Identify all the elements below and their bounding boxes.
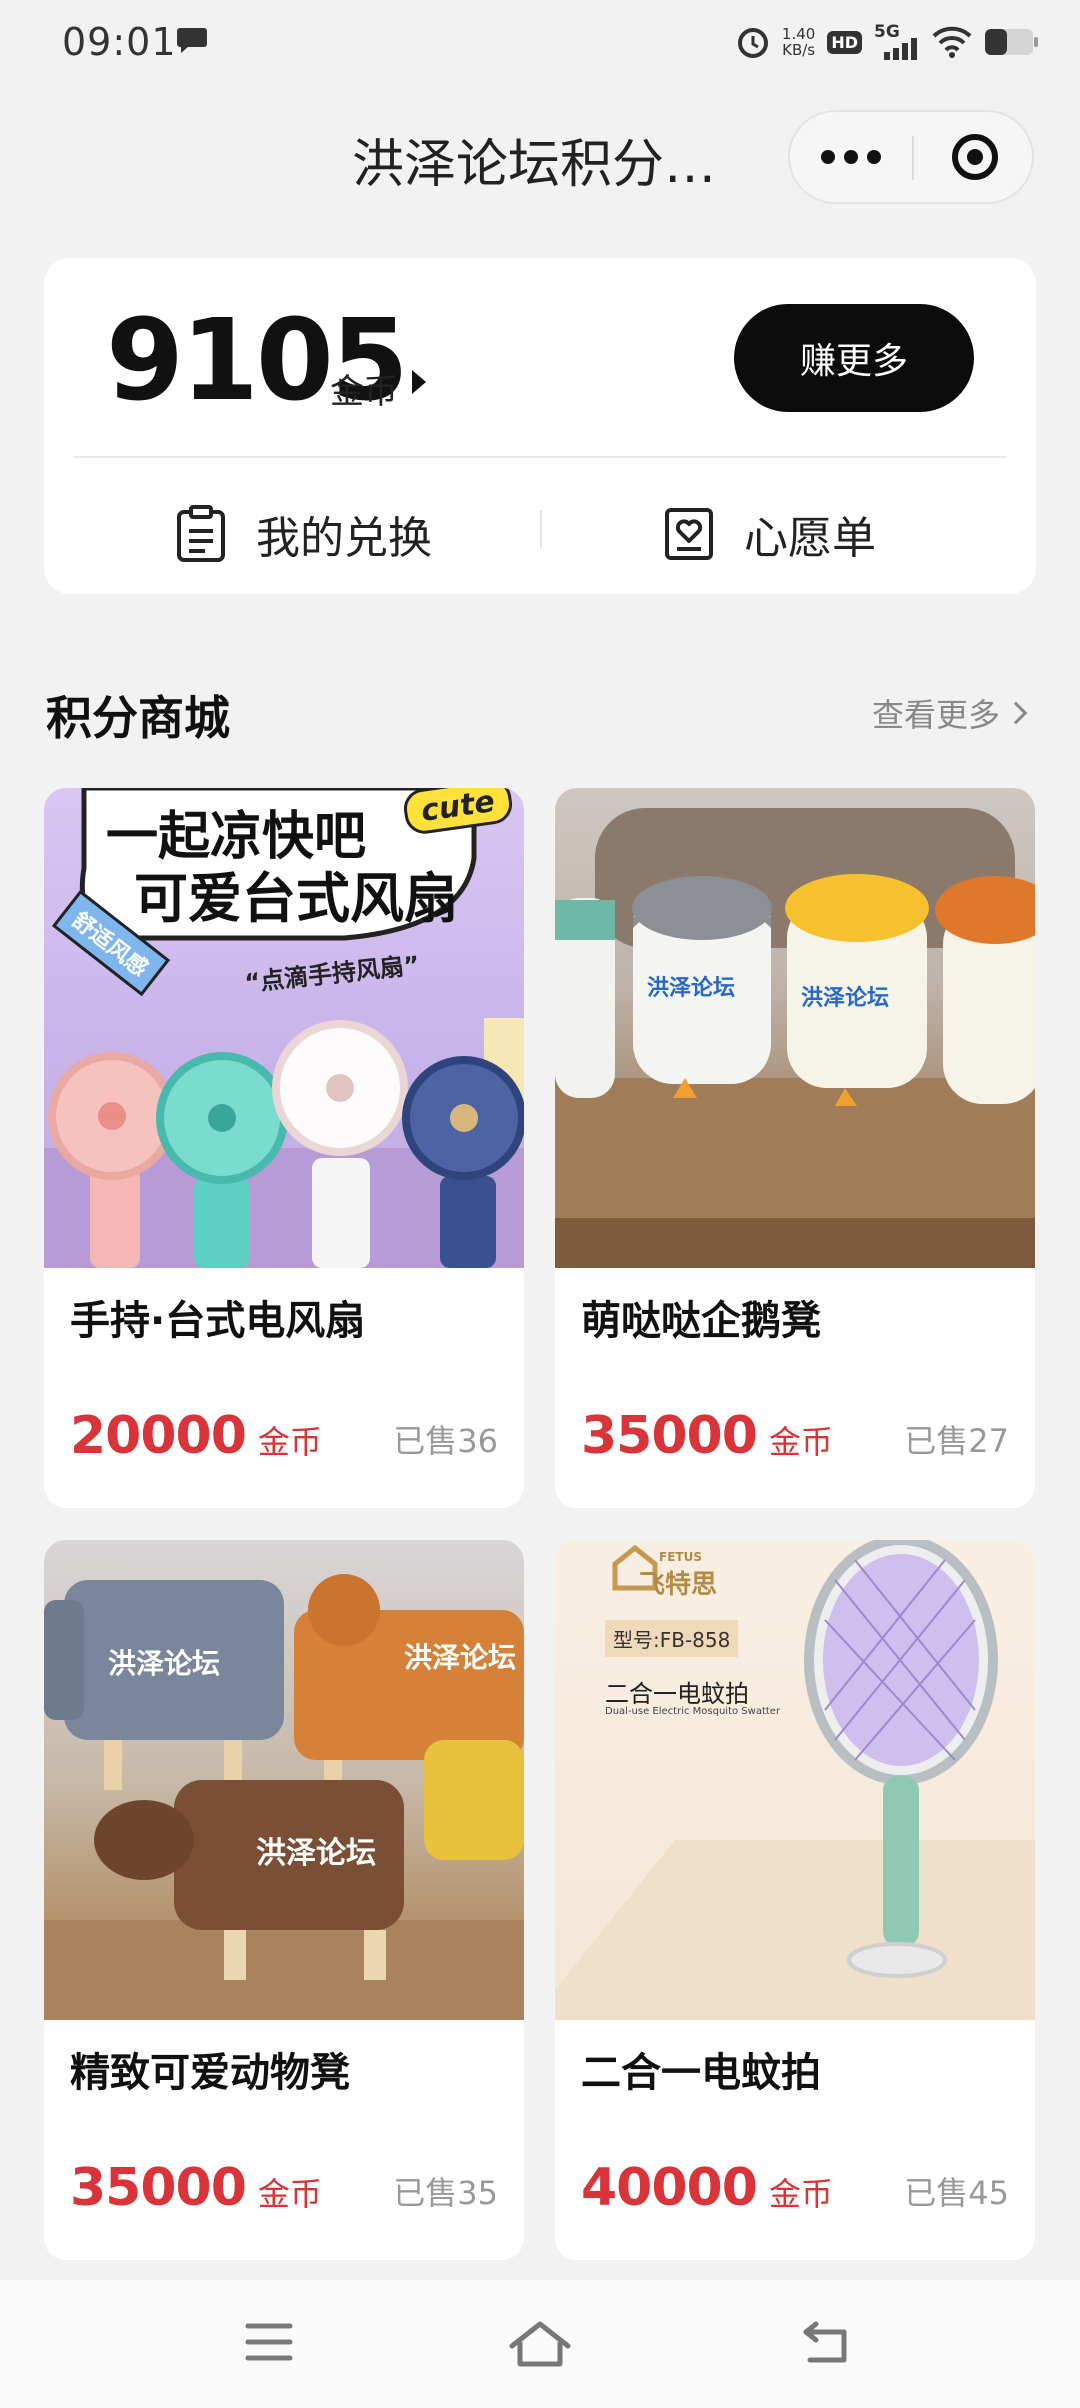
earn-more-button[interactable]: 赚更多: [734, 304, 974, 412]
swatter-title: 二合一电蚊拍: [605, 1680, 749, 1708]
miniprogram-capsule: [788, 110, 1034, 204]
swatter-subtitle: Dual-use Electric Mosquito Swatter: [605, 1706, 781, 1717]
back-icon[interactable]: [800, 2320, 852, 2366]
price-unit: 金币: [768, 2175, 833, 2213]
net-speed-value: 1.40: [781, 25, 816, 43]
signal-bars-icon: [884, 38, 917, 60]
hd-badge: HD: [827, 30, 862, 54]
close-miniprogram-button[interactable]: [952, 134, 998, 180]
product-name: 萌哒哒企鹅凳: [581, 1298, 821, 1344]
status-icons: 1.40 KB/s HD 5G: [736, 20, 1040, 64]
swatter-brand-en: FETUS: [659, 1550, 702, 1564]
stool-label-3: 洪泽论坛: [256, 1836, 376, 1871]
sold-count: 已售36: [393, 1422, 498, 1460]
chat-bubble-icon: [177, 28, 207, 53]
product-price: 40000 金币: [581, 2158, 833, 2218]
net-speed: 1.40 KB/s: [782, 26, 815, 58]
fan-headline-2: 可爱台式风扇: [134, 867, 458, 930]
clipboard-icon: [177, 505, 225, 562]
more-dot-icon: [867, 150, 881, 164]
product-name: 手持·台式电风扇: [70, 1298, 366, 1344]
penguin-label-1: 洪泽论坛: [647, 976, 736, 1001]
caret-right-icon: [412, 370, 426, 394]
stool-label-2: 洪泽论坛: [404, 1641, 517, 1674]
section-title: 积分商城: [46, 691, 230, 745]
price-value: 20000: [70, 1406, 247, 1466]
signal-indicator: 5G: [874, 22, 920, 60]
product-image-mosquito-swatter: FETUS 飞特思 型号:FB-858 二合一电蚊拍 Dual-use Elec…: [555, 1540, 1035, 2020]
stool-label-1: 洪泽论坛: [108, 1647, 221, 1680]
price-unit: 金币: [257, 1423, 322, 1461]
divider: [74, 456, 1006, 458]
swatter-illustration: [555, 1540, 1035, 2020]
product-card[interactable]: 洪泽论坛 洪泽论坛 萌哒哒企鹅凳 35000 金币 已售27: [555, 788, 1035, 1508]
wishlist-label: 心愿单: [744, 513, 876, 564]
swatter-brand: 飞特思: [639, 1570, 718, 1600]
net-speed-unit: KB/s: [782, 41, 816, 59]
action-divider: [540, 510, 542, 548]
view-more-label: 查看更多: [871, 696, 1000, 734]
sold-count: 已售45: [904, 2174, 1009, 2212]
heart-box-icon: [665, 508, 713, 560]
alarm-icon: [737, 28, 768, 58]
animal-stools-illustration: [44, 1574, 524, 2020]
product-image-penguin-stool: 洪泽论坛 洪泽论坛: [555, 788, 1035, 1268]
penguin-stools-illustration: [555, 808, 1035, 1268]
my-exchange-button[interactable]: 我的兑换: [176, 494, 432, 574]
product-name: 二合一电蚊拍: [581, 2050, 821, 2096]
wifi-icon: [932, 26, 972, 58]
points-card: 9105 金币 赚更多 我的兑换 心愿单: [44, 258, 1036, 594]
product-card[interactable]: 洪泽论坛 洪泽论坛 洪泽论坛 精致可爱动物凳 35000 金币 已售35: [44, 1540, 524, 2260]
product-price: 35000 金币: [581, 1406, 833, 1466]
capsule-divider: [912, 136, 914, 180]
home-icon[interactable]: [508, 2320, 572, 2368]
more-dot-icon: [844, 150, 858, 164]
nav-header: 洪泽论坛积分…: [0, 100, 1080, 216]
price-value: 40000: [581, 2158, 758, 2218]
swatter-model: 型号:FB-858: [605, 1620, 739, 1657]
product-card[interactable]: FETUS 飞特思 型号:FB-858 二合一电蚊拍 Dual-use Elec…: [555, 1540, 1035, 2260]
more-options-button[interactable]: [790, 112, 912, 202]
system-nav-bar: [0, 2280, 1080, 2408]
product-price: 20000 金币: [70, 1406, 322, 1466]
status-time: 09:01: [62, 20, 177, 64]
product-card[interactable]: 一起凉快吧 可爱台式风扇 cute 舒适风感 “点滴手持风扇” 手持·台式电风扇…: [44, 788, 524, 1508]
battery-icon: [985, 29, 1038, 55]
penguin-label-2: 洪泽论坛: [801, 986, 890, 1011]
product-name: 精致可爱动物凳: [70, 2050, 350, 2096]
price-unit: 金币: [257, 2175, 322, 2213]
points-unit: 金币: [330, 372, 398, 412]
wishlist-button[interactable]: 心愿单: [664, 494, 876, 574]
price-value: 35000: [70, 2158, 247, 2218]
status-bar: 09:01 1.40 KB/s HD 5G: [0, 0, 1080, 86]
product-image-animal-stool: 洪泽论坛 洪泽论坛 洪泽论坛: [44, 1540, 524, 2020]
price-unit: 金币: [768, 1423, 833, 1461]
more-dot-icon: [821, 150, 835, 164]
product-price: 35000 金币: [70, 2158, 322, 2218]
page-title: 洪泽论坛积分…: [352, 135, 717, 195]
product-image-fan: 一起凉快吧 可爱台式风扇 cute 舒适风感 “点滴手持风扇”: [44, 788, 524, 1268]
view-more-link[interactable]: 查看更多: [871, 690, 1028, 736]
app-screen: 09:01 1.40 KB/s HD 5G 洪泽论坛积分… 9105 金币 赚更…: [0, 0, 1080, 2408]
my-exchange-label: 我的兑换: [256, 513, 432, 564]
sold-count: 已售27: [904, 1422, 1009, 1460]
menu-icon[interactable]: [244, 2320, 294, 2364]
price-value: 35000: [581, 1406, 758, 1466]
chevron-right-icon: [1004, 701, 1028, 725]
sold-count: 已售35: [393, 2174, 498, 2212]
